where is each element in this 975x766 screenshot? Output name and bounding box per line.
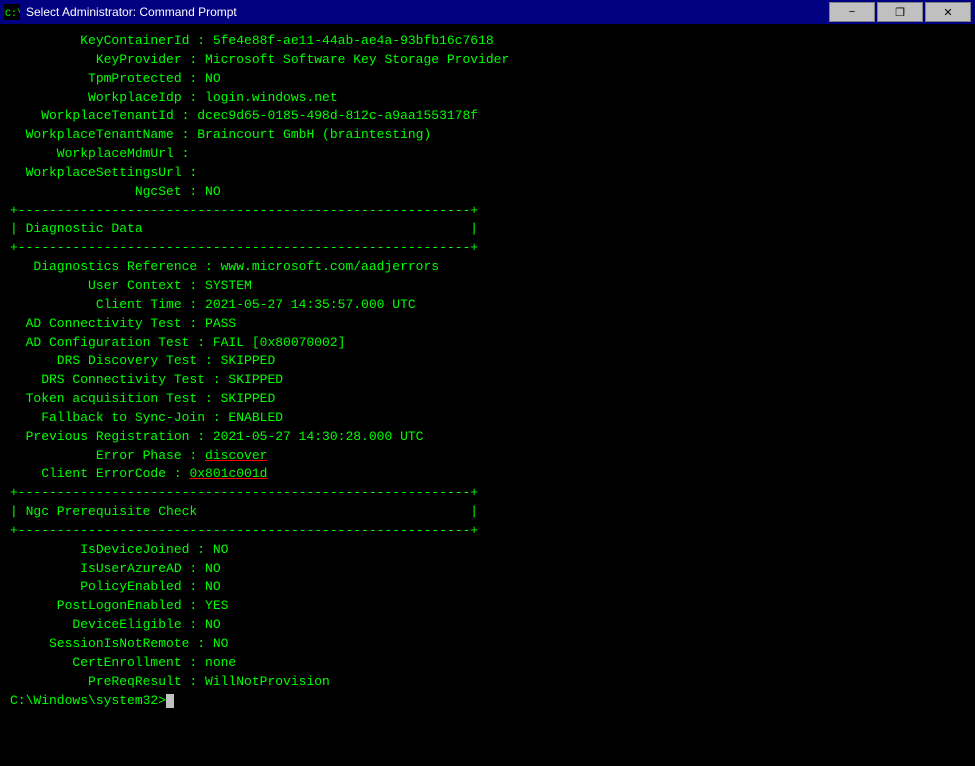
console-line: +---------------------------------------…: [10, 522, 965, 541]
console-line: SessionIsNotRemote : NO: [10, 635, 965, 654]
console-line: | Diagnostic Data |: [10, 220, 965, 239]
title-bar-left: C:\ Select Administrator: Command Prompt: [4, 4, 237, 20]
console-line: NgcSet : NO: [10, 183, 965, 202]
console-line: WorkplaceTenantId : dcec9d65-0185-498d-8…: [10, 107, 965, 126]
console-line: DRS Discovery Test : SKIPPED: [10, 352, 965, 371]
console-line: IsDeviceJoined : NO: [10, 541, 965, 560]
console-line: Client Time : 2021-05-27 14:35:57.000 UT…: [10, 296, 965, 315]
console-line: AD Connectivity Test : PASS: [10, 315, 965, 334]
console-line: | Ngc Prerequisite Check |: [10, 503, 965, 522]
console-line: +---------------------------------------…: [10, 202, 965, 221]
console-line: +---------------------------------------…: [10, 239, 965, 258]
console-line: Diagnostics Reference : www.microsoft.co…: [10, 258, 965, 277]
console-line: PostLogonEnabled : YES: [10, 597, 965, 616]
cursor: [166, 694, 174, 708]
console-line: DRS Connectivity Test : SKIPPED: [10, 371, 965, 390]
console-line: PolicyEnabled : NO: [10, 578, 965, 597]
console-line: WorkplaceSettingsUrl :: [10, 164, 965, 183]
minimize-button[interactable]: −: [829, 2, 875, 22]
restore-button[interactable]: ❐: [877, 2, 923, 22]
title-bar: C:\ Select Administrator: Command Prompt…: [0, 0, 975, 24]
console-line: Fallback to Sync-Join : ENABLED: [10, 409, 965, 428]
title-bar-controls: − ❐ ✕: [829, 2, 971, 22]
console-line-error-code: Client ErrorCode : 0x801c001d: [10, 465, 965, 484]
console-line: User Context : SYSTEM: [10, 277, 965, 296]
console-line: CertEnrollment : none: [10, 654, 965, 673]
close-button[interactable]: ✕: [925, 2, 971, 22]
error-phase-value: discover: [205, 448, 267, 463]
title-text: Select Administrator: Command Prompt: [26, 5, 237, 19]
console-line: TpmProtected : NO: [10, 70, 965, 89]
console-line: PreReqResult : WillNotProvision: [10, 673, 965, 692]
console-line: DeviceEligible : NO: [10, 616, 965, 635]
console-line-error-phase: Error Phase : discover: [10, 447, 965, 466]
console-line: IsUserAzureAD : NO: [10, 560, 965, 579]
console-line: KeyContainerId : 5fe4e88f-ae11-44ab-ae4a…: [10, 32, 965, 51]
svg-text:C:\: C:\: [5, 8, 20, 20]
console-line: KeyProvider : Microsoft Software Key Sto…: [10, 51, 965, 70]
console-line: WorkplaceTenantName : Braincourt GmbH (b…: [10, 126, 965, 145]
console-line: Token acquisition Test : SKIPPED: [10, 390, 965, 409]
console-line: WorkplaceIdp : login.windows.net: [10, 89, 965, 108]
error-code-value: 0x801c001d: [189, 466, 267, 481]
console-line: WorkplaceMdmUrl :: [10, 145, 965, 164]
console-line-prompt: C:\Windows\system32>: [10, 692, 965, 711]
console-line: Previous Registration : 2021-05-27 14:30…: [10, 428, 965, 447]
cmd-icon: C:\: [4, 4, 20, 20]
console-line: AD Configuration Test : FAIL [0x80070002…: [10, 334, 965, 353]
console-output: KeyContainerId : 5fe4e88f-ae11-44ab-ae4a…: [0, 24, 975, 766]
console-line: +---------------------------------------…: [10, 484, 965, 503]
